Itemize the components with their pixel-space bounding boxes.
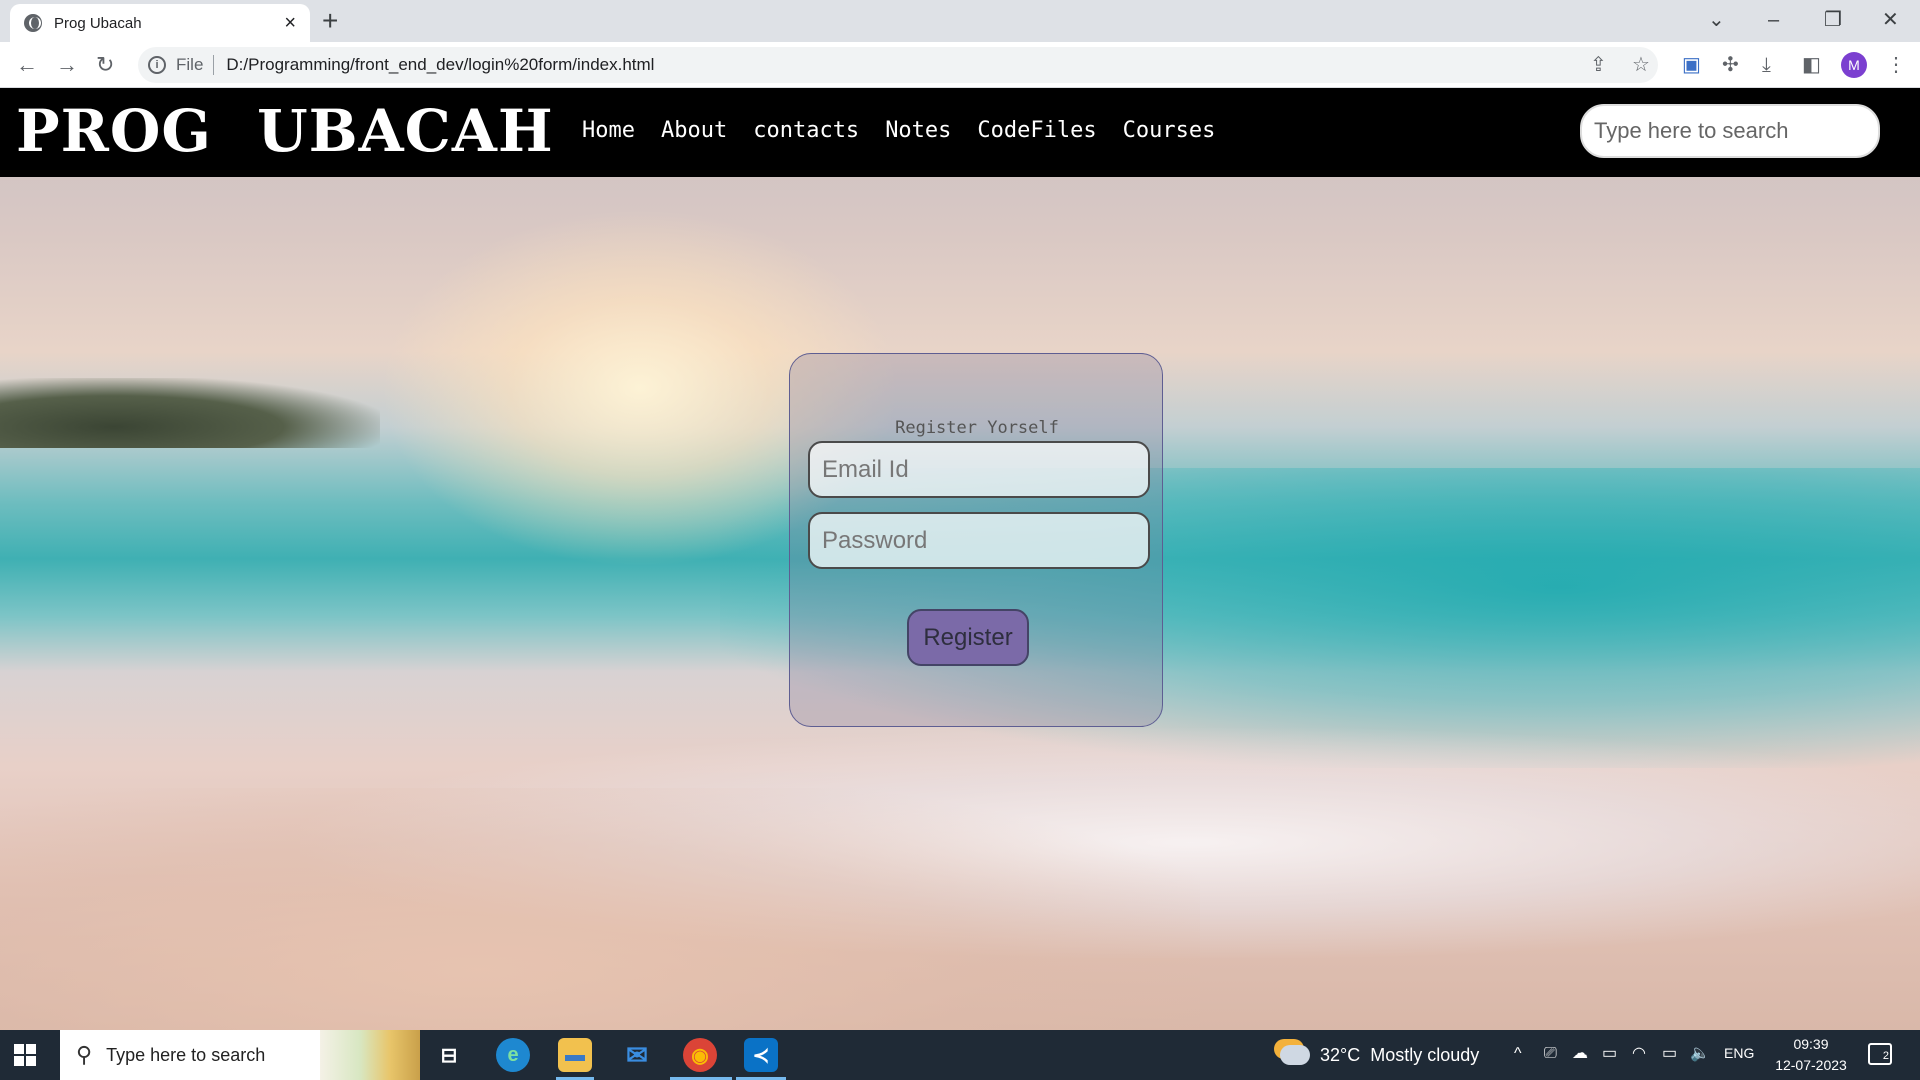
windows-start-icon[interactable]	[14, 1044, 36, 1066]
side-panel-icon[interactable]: ◧	[1802, 54, 1821, 76]
display-icon[interactable]: ▭	[1602, 1044, 1617, 1064]
task-view-icon[interactable]: ⊟	[432, 1038, 466, 1072]
site-logo[interactable]: PROG UBACAH	[16, 98, 554, 164]
url-text[interactable]: D:/Programming/front_end_dev/login%20for…	[226, 55, 654, 75]
browser-menu-icon[interactable]: ⋮	[1886, 54, 1906, 76]
address-divider	[213, 55, 215, 75]
nav-link-courses[interactable]: Courses	[1123, 116, 1216, 146]
register-title: Register Yorself	[895, 418, 1059, 438]
reload-icon[interactable]: ↻	[96, 51, 114, 79]
share-icon[interactable]: ⇪	[1590, 54, 1607, 76]
back-icon[interactable]: ←	[16, 51, 38, 79]
nav-link-notes[interactable]: Notes	[885, 116, 951, 146]
file-explorer-icon[interactable]: ▬	[558, 1038, 592, 1072]
taskbar-search-box[interactable]: ⚲ Type here to search	[60, 1030, 420, 1080]
browser-tab[interactable]: Prog Ubacah ×	[10, 4, 310, 42]
background-sand	[0, 788, 1200, 1030]
weather-temperature: 32°C	[1320, 1044, 1361, 1065]
system-clock[interactable]: 09:39 12-07-2023	[1766, 1034, 1856, 1076]
register-button[interactable]: Register	[907, 609, 1029, 666]
volume-icon[interactable]: 🔈	[1690, 1044, 1710, 1064]
battery-icon[interactable]: ▭	[1662, 1044, 1677, 1064]
weather-widget[interactable]: 32°C Mostly cloudy	[1280, 1030, 1479, 1080]
cloud-sun-icon	[1280, 1045, 1310, 1065]
extension-app-icon[interactable]: ▣	[1682, 54, 1701, 76]
bookmark-star-icon[interactable]: ☆	[1632, 54, 1650, 76]
password-field[interactable]	[808, 512, 1150, 569]
vscode-icon[interactable]: ≺	[744, 1038, 778, 1072]
new-tab-button[interactable]: +	[322, 6, 338, 36]
clock-time: 09:39	[1793, 1036, 1829, 1052]
nav-link-contacts[interactable]: contacts	[753, 116, 859, 146]
background-island	[0, 378, 380, 448]
register-card: Register Yorself Register	[789, 353, 1163, 727]
forward-icon[interactable]: →	[56, 51, 78, 79]
page-viewport: PROG UBACAH Home About contacts Notes Co…	[0, 88, 1920, 1030]
windows-taskbar: ⚲ Type here to search ⊟ e ▬ ✉ ◉ ≺ 32°C M…	[0, 1030, 1920, 1080]
minimize-button[interactable]: –	[1768, 6, 1779, 34]
restore-button[interactable]: ❐	[1824, 6, 1842, 34]
chrome-icon[interactable]: ◉	[683, 1038, 717, 1072]
meet-now-icon[interactable]: ⎚	[1544, 1044, 1557, 1064]
globe-icon	[24, 14, 42, 32]
browser-tab-strip: Prog Ubacah × + ⌄ – ❐ ✕	[0, 0, 1920, 42]
address-bar[interactable]: i File D:/Programming/front_end_dev/logi…	[138, 47, 1658, 83]
info-icon[interactable]: i	[148, 56, 166, 74]
email-field[interactable]	[808, 441, 1150, 498]
clock-date: 12-07-2023	[1775, 1057, 1847, 1073]
search-icon: ⚲	[76, 1042, 93, 1067]
close-window-button[interactable]: ✕	[1882, 6, 1899, 34]
browser-toolbar: ← → ↻ i File D:/Programming/front_end_de…	[0, 42, 1920, 88]
site-search-input[interactable]	[1580, 104, 1880, 158]
site-navbar: PROG UBACAH Home About contacts Notes Co…	[0, 88, 1920, 177]
notification-center-icon[interactable]: 2	[1868, 1043, 1892, 1065]
onedrive-icon[interactable]: ☁	[1572, 1044, 1588, 1064]
show-hidden-icons-chevron-icon[interactable]: ^	[1514, 1044, 1522, 1064]
input-language[interactable]: ENG	[1724, 1045, 1754, 1061]
taskbar-search-placeholder: Type here to search	[106, 1044, 266, 1065]
scheme-label: File	[176, 55, 204, 74]
weather-condition: Mostly cloudy	[1370, 1044, 1480, 1065]
nav-link-about[interactable]: About	[661, 116, 727, 146]
nav-link-codefiles[interactable]: CodeFiles	[977, 116, 1096, 146]
tab-search-icon[interactable]: ⌄	[1708, 6, 1725, 34]
search-highlight-illustration	[320, 1030, 420, 1080]
site-nav-links: Home About contacts Notes CodeFiles Cour…	[582, 116, 1215, 146]
download-icon[interactable]: ⤓	[1762, 54, 1771, 76]
tab-title: Prog Ubacah	[54, 14, 142, 32]
tab-close-icon[interactable]: ×	[284, 13, 296, 33]
edge-icon[interactable]: e	[496, 1038, 530, 1072]
wifi-icon[interactable]: ◠	[1632, 1044, 1646, 1064]
mail-icon[interactable]: ✉	[620, 1038, 654, 1072]
profile-avatar[interactable]: M	[1841, 52, 1867, 78]
extensions-puzzle-icon[interactable]: ✣	[1722, 54, 1739, 76]
nav-link-home[interactable]: Home	[582, 116, 635, 146]
